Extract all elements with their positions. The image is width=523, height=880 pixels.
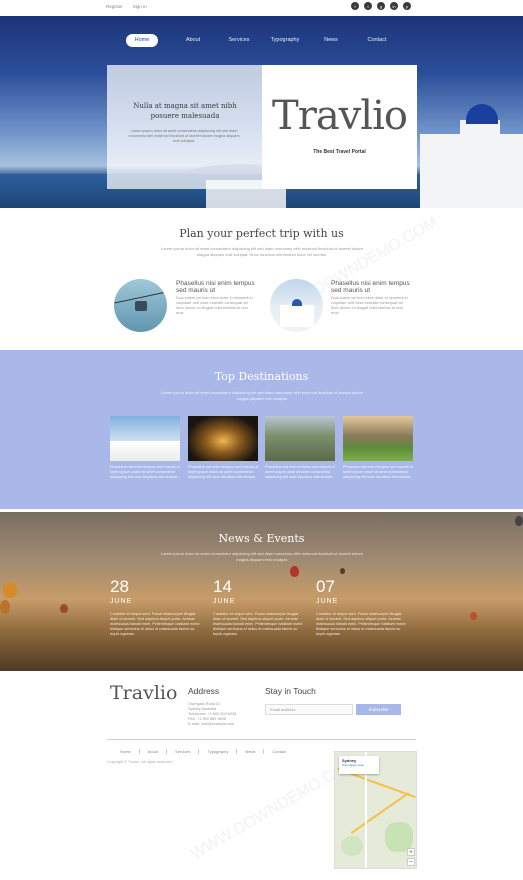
view-larger-map-link[interactable]: View larger map	[339, 763, 379, 767]
event-day: 28	[110, 577, 129, 596]
footer-link-about[interactable]: About	[140, 749, 168, 754]
brand-card: Travlio The Best Travel Portal	[262, 65, 417, 189]
destinations-title: Top Destinations	[214, 370, 309, 383]
nav-services[interactable]: Services	[216, 34, 262, 47]
hero-banner: Home About Services Typography News Cont…	[0, 16, 523, 208]
cable-car-image	[114, 279, 167, 332]
linkedin-icon[interactable]: in	[390, 2, 398, 10]
map-info-card: Sydney View larger map	[339, 756, 379, 774]
cable-car-cabin	[135, 301, 147, 311]
slide-body: Lorem ipsum dolor sit amet consectetur a…	[128, 129, 240, 143]
email-input[interactable]: Email address	[265, 704, 353, 715]
balloon-image	[290, 566, 299, 577]
google-plus-icon[interactable]: g	[377, 2, 385, 10]
footer-link-news[interactable]: News	[237, 749, 265, 754]
balloon-image	[470, 612, 477, 620]
news-lead: Lorem ipsum dolor sit amet consectetur a…	[160, 551, 364, 562]
pinterest-icon[interactable]: p	[403, 2, 411, 10]
event-day: 14	[213, 577, 232, 596]
slide-title: Nulla at magna sit amet nibh posuere mal…	[133, 102, 237, 120]
main-nav: Home About Services Typography News Cont…	[126, 34, 400, 47]
event-month: JUNE	[110, 598, 133, 605]
hero-building	[420, 134, 523, 208]
event-day: 07	[316, 577, 335, 596]
village-houses	[280, 305, 314, 327]
balloon-image	[60, 604, 68, 613]
slider-caption: Nulla at magna sit amet nibh posuere mal…	[107, 65, 262, 189]
subscribe-button[interactable]: Subscribe	[356, 704, 401, 715]
footer-divider	[107, 739, 416, 740]
stay-in-touch-title: Stay in Touch	[265, 686, 316, 696]
nav-typography[interactable]: Typography	[262, 34, 308, 47]
event-month: JUNE	[316, 598, 339, 605]
balloon-image	[3, 582, 17, 598]
news-title: News & Events	[218, 532, 305, 545]
destinations-lead: Lorem ipsum dolor sit amet consectetur a…	[160, 390, 364, 401]
twitter-icon[interactable]: t	[364, 2, 372, 10]
footer-nav: Home About Services Typography News Cont…	[112, 749, 294, 754]
destination-caption: Phasellus nisi enim tempus sed mauris ut…	[110, 465, 180, 479]
register-link[interactable]: Register	[106, 4, 123, 9]
destination-image-machu-picchu[interactable]	[265, 416, 335, 461]
map-park	[341, 836, 363, 856]
plan-title: Plan your perfect trip with us	[179, 227, 344, 240]
site-tagline: The Best Travel Portal	[313, 149, 366, 155]
social-links: f t g in p	[351, 2, 411, 10]
hero-dome	[466, 104, 498, 124]
footer-link-typography[interactable]: Typography	[199, 749, 238, 754]
location-map[interactable]: Sydney View larger map + −	[334, 751, 417, 869]
footer-link-home[interactable]: Home	[112, 749, 140, 754]
site-logo[interactable]: Travlio	[262, 93, 417, 139]
destination-image-stonehenge[interactable]	[343, 416, 413, 461]
feature-body: Duis autem vel eum iriure dolor in hendr…	[331, 296, 408, 315]
zoom-out-button[interactable]: −	[407, 858, 415, 866]
village-dome	[292, 299, 302, 306]
feature-title: Phasellus nisi enim tempus sed mauris ut	[331, 280, 410, 294]
account-links: Register Sign In	[106, 4, 147, 9]
footer-link-services[interactable]: Services	[167, 749, 200, 754]
zoom-in-button[interactable]: +	[407, 848, 415, 856]
address-block: Ostergata Road 31 Sydney Australia Telep…	[188, 702, 258, 727]
balloon-image	[515, 516, 523, 526]
balloon-image	[340, 568, 345, 574]
sign-in-link[interactable]: Sign In	[133, 4, 147, 9]
destination-caption: Phasellus nisi enim tempus sed mauris ut…	[343, 465, 413, 479]
balloon-image	[0, 600, 10, 614]
event-text: Curabitur et neque sem. Fusce ullamcorpe…	[213, 612, 303, 636]
destination-caption: Phasellus nisi enim tempus sed mauris ut…	[265, 465, 335, 479]
facebook-icon[interactable]: f	[351, 2, 359, 10]
feature-body: Duis autem vel eum iriure dolor in hendr…	[176, 296, 253, 315]
address-line: E-mail: mail@example.com	[188, 722, 235, 726]
event-text: Curabitur et neque sem. Fusce ullamcorpe…	[110, 612, 200, 636]
village-image	[270, 279, 323, 332]
nav-contact[interactable]: Contact	[354, 34, 400, 47]
news-section: News & Events Lorem ipsum dolor sit amet…	[0, 512, 523, 671]
destinations-section: Top Destinations Lorem ipsum dolor sit a…	[0, 350, 523, 509]
destination-image-night-city[interactable]	[188, 416, 258, 461]
feature-title: Phasellus nisi enim tempus sed mauris ut	[176, 280, 255, 294]
event-month: JUNE	[213, 598, 236, 605]
nav-about[interactable]: About	[170, 34, 216, 47]
nav-home[interactable]: Home	[126, 34, 158, 47]
footer-link-contact[interactable]: Contact	[264, 749, 294, 754]
footer-logo[interactable]: Travlio	[110, 682, 177, 704]
map-place: Sydney	[342, 758, 357, 763]
event-text: Curabitur et neque sem. Fusce ullamcorpe…	[316, 612, 406, 636]
destination-caption: Phasellus nisi enim tempus sed mauris ut…	[188, 465, 258, 479]
top-bar: Register Sign In f t g in p	[0, 0, 523, 16]
plan-lead: Lorem ipsum dolor sit amet consectetur a…	[160, 246, 364, 257]
destination-image-santorini[interactable]	[110, 416, 180, 461]
copyright: Copyright © Travlio. All rights reserved…	[107, 760, 173, 764]
address-title: Address	[188, 686, 220, 696]
nav-news[interactable]: News	[308, 34, 354, 47]
